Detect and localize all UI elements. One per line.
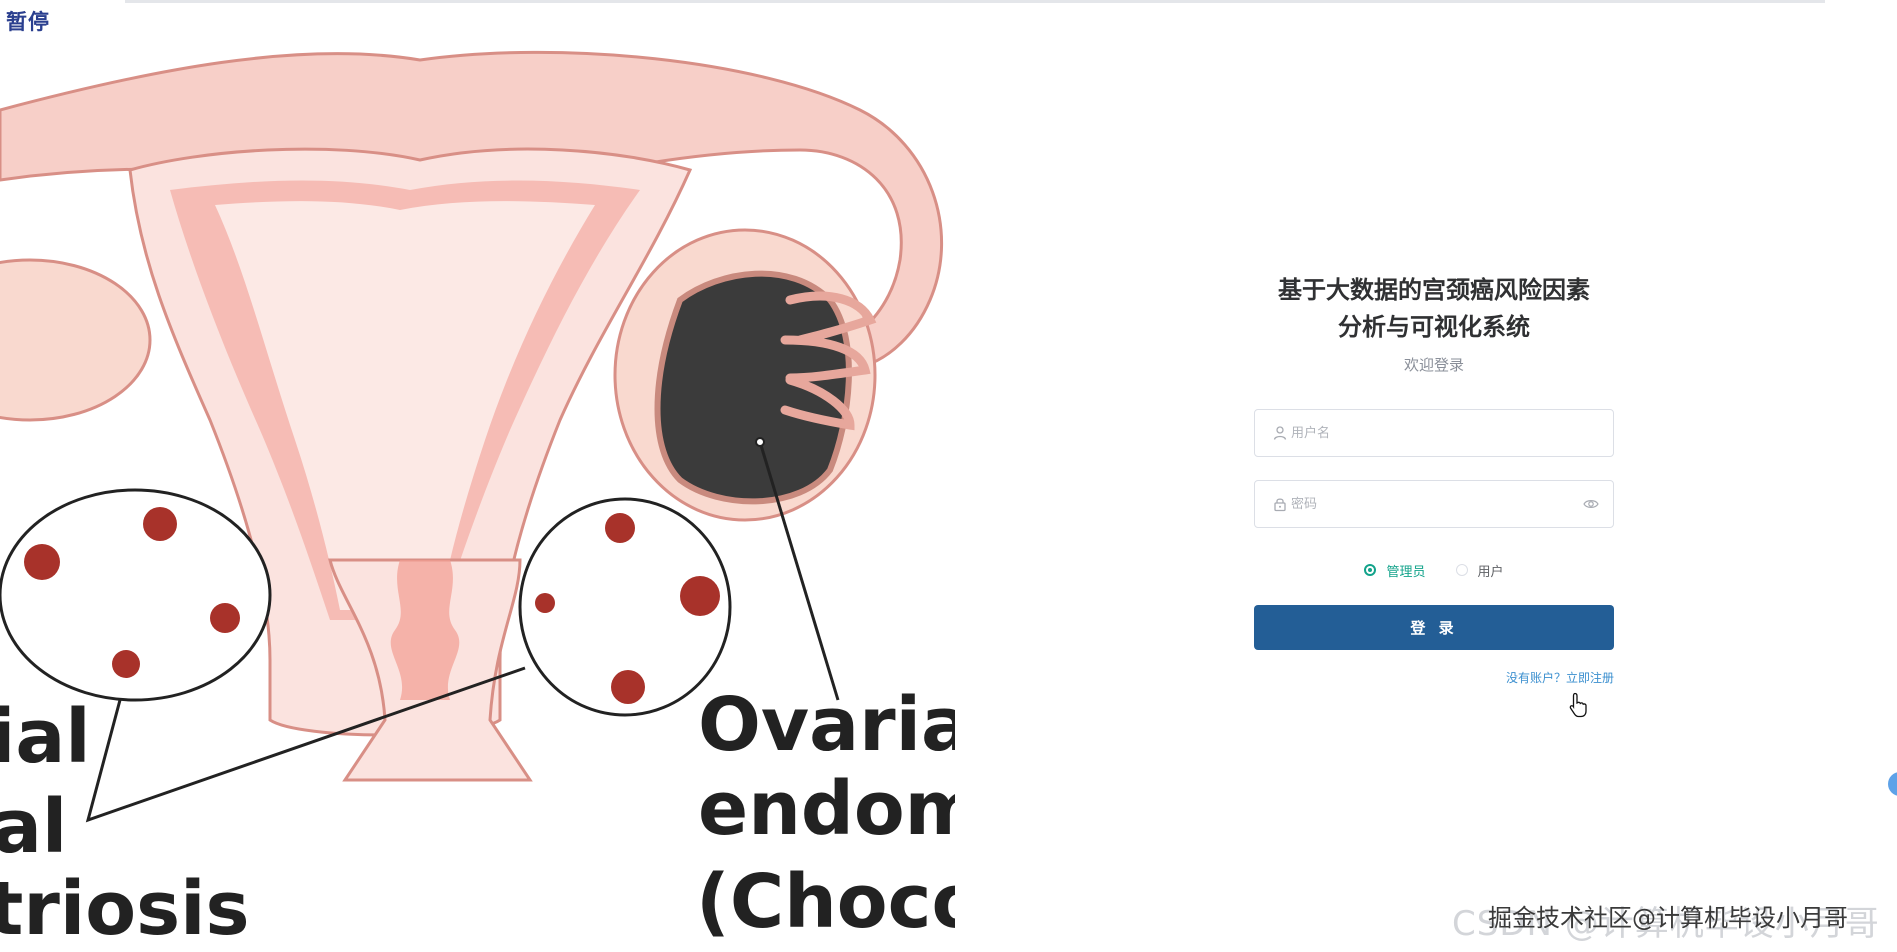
eye-icon[interactable] — [1583, 496, 1599, 512]
lock-icon — [1274, 498, 1286, 512]
welcome-subtitle: 欢迎登录 — [1403, 356, 1464, 374]
caption-right-line-3: (Chocol — [696, 859, 955, 945]
floating-side-button[interactable] — [1888, 772, 1897, 796]
caption-left-line-3: triosis — [0, 866, 250, 952]
username-input[interactable] — [1291, 410, 1571, 456]
radio-user[interactable] — [1455, 564, 1468, 576]
login-button[interactable]: 登 录 — [1254, 605, 1614, 650]
caption-right-line-1: Ovaria — [698, 682, 955, 768]
radio-admin[interactable] — [1364, 564, 1377, 576]
password-field[interactable] — [1254, 480, 1614, 528]
role-label-admin: 管理员 — [1386, 564, 1426, 580]
caption-left-line-2: al — [0, 784, 68, 870]
pause-label: 暂停 — [6, 10, 50, 34]
role-option-user[interactable]: 用户 — [1455, 561, 1504, 580]
caption-right-line-2: endom — [698, 766, 955, 852]
login-form: 基于大数据的宫颈癌风险因素 分析与可视化系统 欢迎登录 用户名 管理员 用户 登… — [1254, 272, 1614, 686]
anatomy-illustration: ial al triosis Ovaria endom (Chocol — [0, 0, 955, 952]
hand-cursor-icon — [1569, 692, 1587, 718]
user-icon — [1273, 426, 1287, 440]
role-option-admin[interactable]: 管理员 — [1364, 561, 1426, 580]
system-title: 基于大数据的宫颈癌风险因素 分析与可视化系统 — [1278, 276, 1590, 341]
role-radio-group: 管理员 用户 — [1254, 560, 1614, 580]
username-field[interactable] — [1254, 409, 1614, 457]
login-page: ial al triosis Ovaria endom (Chocol 暂停 基… — [0, 0, 1897, 952]
password-input[interactable] — [1291, 481, 1571, 527]
register-link[interactable]: 没有账户？立即注册 — [1254, 669, 1614, 686]
caption-left-line-1: ial — [0, 694, 91, 780]
role-label-user: 用户 — [1477, 564, 1504, 580]
watermark-juejin: 掘金技术社区@计算机毕设小月哥 — [1488, 904, 1848, 932]
